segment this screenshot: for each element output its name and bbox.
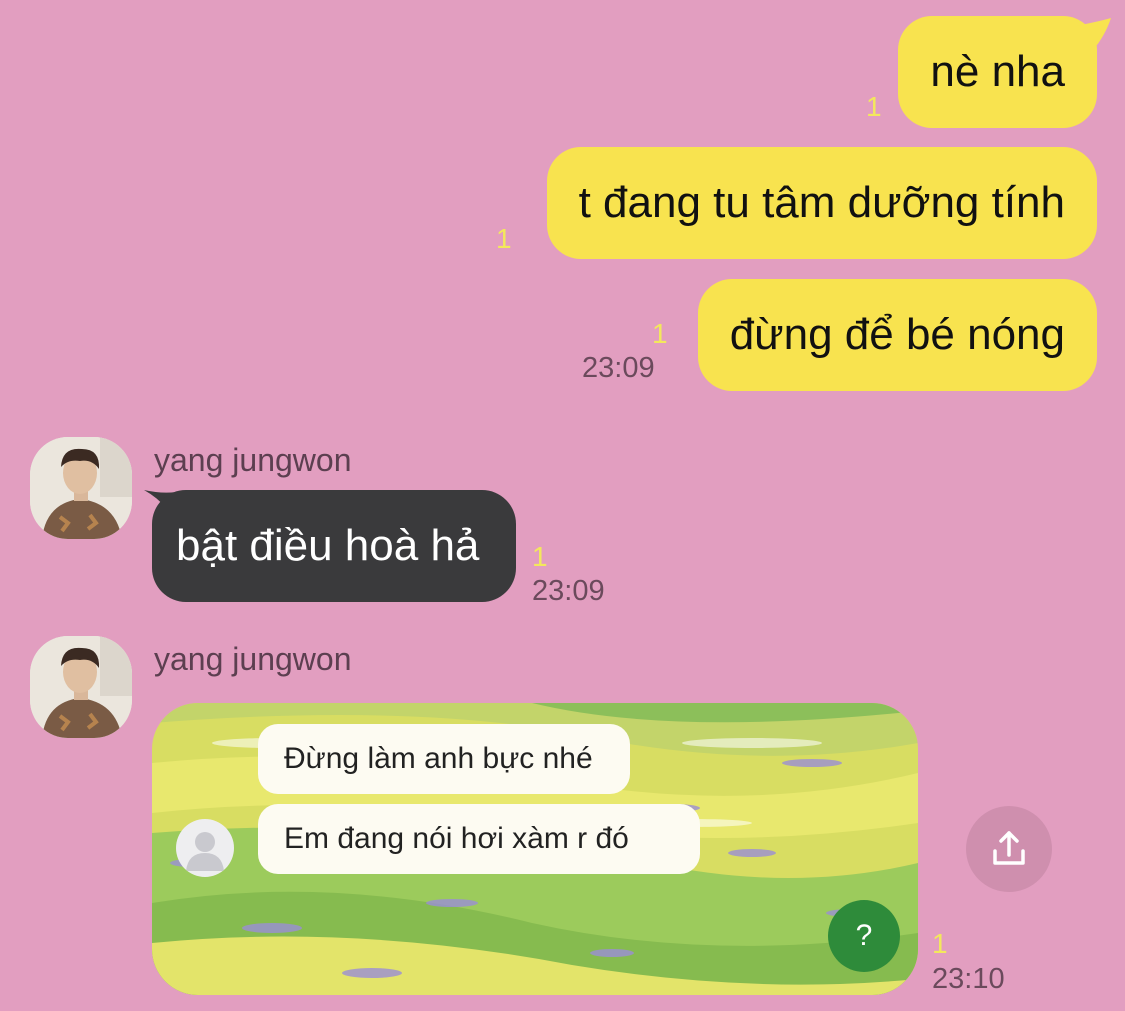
read-count: 1: [932, 928, 948, 959]
timestamp: 23:09: [532, 575, 605, 607]
share-button[interactable]: [966, 806, 1052, 892]
read-count: 1: [652, 318, 668, 349]
sender-name: yang jungwon: [154, 641, 352, 677]
avatar[interactable]: [30, 636, 132, 738]
help-icon[interactable]: ?: [828, 900, 900, 972]
message-text: t đang tu tâm dưỡng tính: [578, 178, 1065, 227]
outgoing-message[interactable]: t đang tu tâm dưỡng tính: [546, 147, 1097, 259]
read-count: 1: [496, 223, 512, 254]
image-text: Em đang nói hơi xàm r đó: [284, 822, 629, 855]
read-count: 1: [532, 541, 548, 572]
outgoing-message[interactable]: nè nha: [898, 16, 1097, 128]
image-message[interactable]: Đừng làm anh bực nhé Em đang nói hơi xàm…: [152, 703, 918, 995]
bubble-tail: [1075, 18, 1111, 50]
person-icon: [186, 832, 224, 871]
share-icon: [993, 831, 1025, 865]
image-chat-bubble: Em đang nói hơi xàm r đó: [258, 804, 700, 874]
timestamp: 23:09: [582, 352, 655, 384]
image-chat-bubble: Đừng làm anh bực nhé: [258, 724, 630, 794]
avatar[interactable]: [30, 437, 132, 539]
incoming-message[interactable]: bật điều hoà hả: [152, 490, 516, 602]
avatar-photo: [30, 636, 132, 738]
sender-name: yang jungwon: [154, 442, 352, 478]
outgoing-message[interactable]: đừng để bé nóng: [697, 279, 1097, 391]
avatar-photo: [30, 437, 132, 539]
message-text: đừng để bé nóng: [729, 310, 1065, 359]
image-text: Đừng làm anh bực nhé: [284, 742, 593, 775]
message-text: nè nha: [930, 47, 1065, 96]
placeholder-avatar: [176, 819, 234, 877]
message-text: bật điều hoà hả: [176, 521, 480, 570]
timestamp: 23:10: [932, 963, 1005, 995]
read-count: 1: [866, 91, 882, 122]
